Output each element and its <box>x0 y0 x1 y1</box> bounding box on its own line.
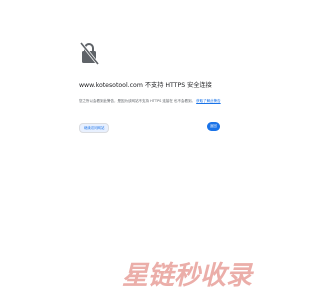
continue-to-site-button[interactable]: 继续访问网站 <box>79 123 110 133</box>
learn-more-link[interactable]: 获取了解此警告 <box>196 99 221 103</box>
interstitial-explanation: 您之所以会看到此警告，是因为该网站不支持 HTTPS 连接在 也不会看到。 获取… <box>79 98 279 104</box>
security-interstitial-page: www.kotesotool.com 不支持 HTTPS 安全连接 您之所以会看… <box>0 0 300 300</box>
watermark-text: 星链秒收录 <box>122 261 255 291</box>
watermark-logo: 星链秒收录 <box>122 261 255 291</box>
back-button[interactable]: 返回 <box>207 122 220 131</box>
lock-slash-icon <box>79 42 99 65</box>
explanation-text: 您之所以会看到此警告，是因为该网站不支持 HTTPS 连接在 也不会看到。 <box>79 99 196 103</box>
interstitial-title: www.kotesotool.com 不支持 HTTPS 安全连接 <box>79 82 212 89</box>
